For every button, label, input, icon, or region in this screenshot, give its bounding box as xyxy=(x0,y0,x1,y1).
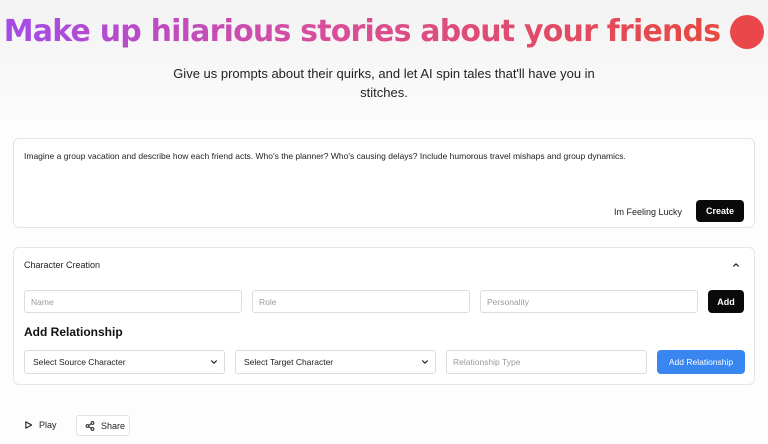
hero-subtitle: Give us prompts about their quirks, and … xyxy=(0,64,768,102)
prompt-card: Imagine a group vacation and describe ho… xyxy=(13,138,755,228)
page-title: Make up hilarious stories about your fri… xyxy=(3,14,721,49)
feeling-lucky-button[interactable]: Im Feeling Lucky xyxy=(614,207,682,217)
name-input[interactable] xyxy=(24,290,242,313)
share-icon xyxy=(85,420,95,431)
role-input[interactable] xyxy=(252,290,470,313)
add-relationship-button[interactable]: Add Relationship xyxy=(657,350,745,374)
prompt-textarea[interactable]: Imagine a group vacation and describe ho… xyxy=(24,151,626,161)
add-character-button[interactable]: Add xyxy=(708,290,744,313)
play-label: Play xyxy=(39,420,57,430)
play-icon xyxy=(25,421,33,429)
relationship-type-input[interactable] xyxy=(446,350,647,374)
share-label: Share xyxy=(101,420,126,431)
share-button[interactable]: Share xyxy=(76,415,130,436)
character-creation-header[interactable]: Character Creation xyxy=(24,260,100,270)
subtitle-line-1: Give us prompts about their quirks, and … xyxy=(173,66,595,81)
source-select-value: Select Source Character xyxy=(33,357,126,367)
hero-title: Make up hilarious stories about your fri… xyxy=(0,14,768,49)
chevron-down-icon xyxy=(422,360,428,364)
target-character-select[interactable]: Select Target Character xyxy=(235,350,436,374)
personality-input[interactable] xyxy=(480,290,698,313)
chevron-down-icon xyxy=(211,360,217,364)
create-button[interactable]: Create xyxy=(696,200,744,222)
character-creation-panel: Character Creation Add Add Relationship … xyxy=(13,247,755,385)
add-relationship-heading: Add Relationship xyxy=(24,325,123,339)
red-circle-icon xyxy=(730,14,765,49)
chevron-up-icon[interactable] xyxy=(732,261,740,269)
target-select-value: Select Target Character xyxy=(244,357,334,367)
source-character-select[interactable]: Select Source Character xyxy=(24,350,225,374)
play-button[interactable]: Play xyxy=(24,415,57,435)
subtitle-line-2: stitches. xyxy=(360,85,408,100)
